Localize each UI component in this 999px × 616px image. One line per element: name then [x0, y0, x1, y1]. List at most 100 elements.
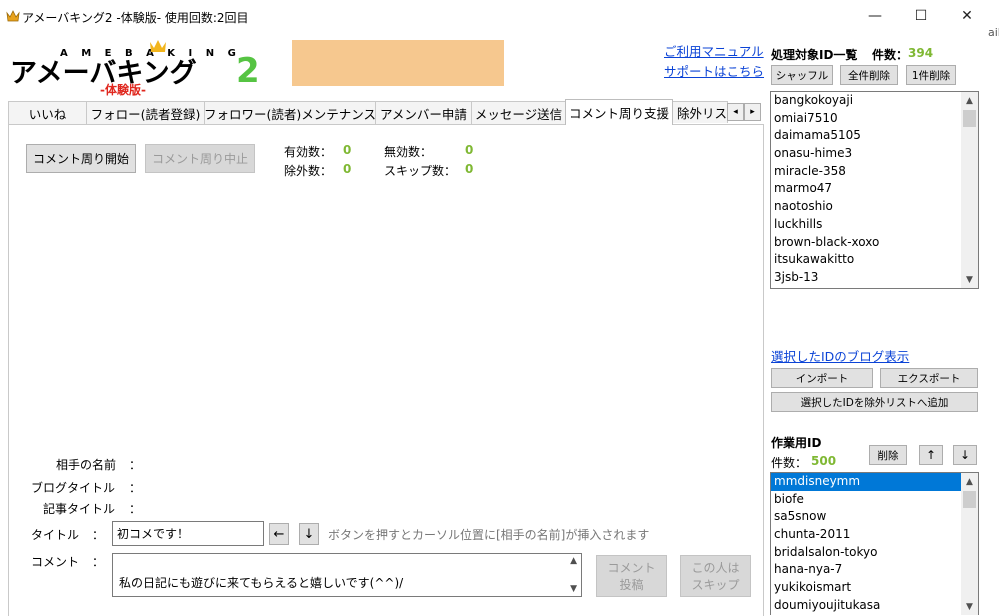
comment-scroll-down-icon[interactable]: ▼ [570, 584, 577, 594]
clipped-text: ail [988, 26, 999, 39]
list-item[interactable]: naotoshio [771, 198, 978, 216]
post-comment-button[interactable]: コメント 投稿 [596, 555, 667, 597]
list-item[interactable]: daimama5105 [771, 127, 978, 145]
tab-scroll-right-button[interactable]: ▸ [744, 103, 761, 121]
skip-person-line1: この人は [691, 561, 740, 575]
skip-count-label: スキップ数： [384, 164, 457, 178]
excluded-count-label: 除外数： [284, 164, 333, 178]
list-item[interactable]: bridalsalon-tokyo [771, 544, 978, 562]
partner-name-colon: ： [129, 458, 142, 472]
post-comment-line1: コメント [607, 561, 656, 575]
close-button[interactable]: ✕ [944, 0, 990, 32]
stop-comment-button[interactable]: コメント周り中止 [145, 144, 255, 173]
list-item[interactable]: omiai7510 [771, 110, 978, 128]
start-comment-button[interactable]: コメント周り開始 [26, 144, 136, 173]
list-item[interactable]: sa5snow [771, 508, 978, 526]
work-count-label: 件数： [771, 456, 808, 470]
skip-count-value: 0 [465, 162, 474, 176]
shuffle-button[interactable]: シャッフル [771, 65, 833, 85]
valid-count-value: 0 [343, 143, 352, 157]
target-list-scrollbar[interactable]: ▲ ▼ [961, 92, 978, 288]
invalid-count-value: 0 [465, 143, 474, 157]
list-item[interactable]: itsukawakitto [771, 251, 978, 269]
comment-scroll-up-icon[interactable]: ▲ [570, 556, 577, 566]
support-link[interactable]: サポートはこちら [664, 61, 764, 80]
minimize-button[interactable]: — [852, 0, 898, 32]
tab-follower-maintenance[interactable]: フォロワー(読者)メンテナンス [204, 101, 376, 124]
title-colon: ： [92, 528, 105, 542]
valid-count-label: 有効数： [284, 145, 333, 159]
maximize-button[interactable]: ☐ [898, 0, 944, 32]
tab-follow[interactable]: フォロー(読者登録) [86, 101, 205, 124]
export-button[interactable]: エクスポート [880, 368, 978, 388]
insert-name-down-button[interactable]: ↓ [299, 523, 319, 545]
skip-person-line2: スキップ [691, 578, 740, 592]
list-item[interactable]: hana-nya-7 [771, 561, 978, 579]
work-count-value: 500 [811, 454, 837, 468]
list-item[interactable]: 3jsb-13 [771, 269, 978, 287]
title-input[interactable]: 初コメです！ [112, 521, 264, 546]
comment-textarea[interactable]: 私の日記にも遊びに来てもらえると嬉しいです(^^)/ ▲ ▼ [112, 553, 582, 597]
blog-title-label: ブログタイトル [31, 481, 116, 495]
target-id-list[interactable]: bangkokoyaji omiai7510 daimama5105 onasu-hi… [770, 91, 979, 289]
tab-exclude-list[interactable]: 除外リス [672, 101, 728, 123]
excluded-count-value: 0 [343, 162, 352, 176]
work-list-scrollbar[interactable]: ▲ ▼ [961, 473, 978, 615]
post-comment-line2: 投稿 [619, 578, 644, 592]
list-item[interactable]: onasu-hime3 [771, 145, 978, 163]
invalid-count-label: 無効数： [384, 145, 433, 159]
banner-placeholder [292, 40, 504, 86]
logo-number: 2 [236, 51, 260, 91]
move-down-button[interactable]: ↓ [953, 445, 977, 465]
crown-app-icon [6, 10, 20, 22]
partner-name-label: 相手の名前 [56, 458, 117, 472]
list-item[interactable]: marmo47 [771, 180, 978, 198]
work-id-list[interactable]: mmdisneymm biofe sa5snow chunta-2011 bridals… [770, 472, 979, 615]
list-item[interactable]: chunta-2011 [771, 526, 978, 544]
scroll-up-icon[interactable]: ▲ [961, 473, 978, 490]
work-ids-title: 作業用ID [771, 436, 822, 450]
comment-colon: ： [92, 555, 105, 569]
tab-like[interactable]: いいね [8, 101, 87, 124]
list-item[interactable]: biofe [771, 491, 978, 509]
list-item[interactable]: doumiyoujitukasa [771, 597, 978, 615]
scroll-up-icon[interactable]: ▲ [961, 92, 978, 109]
comment-text: 私の日記にも遊びに来てもらえると嬉しいです(^^)/ [119, 576, 404, 590]
list-item[interactable]: yukikoismart [771, 579, 978, 597]
tab-bar: いいね フォロー(読者登録) フォロワー(読者)メンテナンス アメンバー申請 メ… [8, 99, 763, 125]
tab-comment-support[interactable]: コメント周り支援 [565, 99, 673, 125]
scroll-thumb[interactable] [963, 491, 976, 508]
app-logo: A M E B A K I N G アメーバキング 2 -体験版- [8, 38, 288, 100]
delete-all-button[interactable]: 全件削除 [840, 65, 898, 85]
add-to-exclude-button[interactable]: 選択したIDを除外リストへ追加 [771, 392, 978, 412]
scroll-thumb[interactable] [963, 110, 976, 127]
list-item[interactable]: mmdisneymm [771, 473, 978, 491]
list-item[interactable]: luckhills [771, 216, 978, 234]
scroll-down-icon[interactable]: ▼ [961, 271, 978, 288]
list-item[interactable]: brown-black-xoxo [771, 234, 978, 252]
delete-one-button[interactable]: 1件削除 [906, 65, 956, 85]
manual-link[interactable]: ご利用マニュアル [664, 41, 764, 60]
tab-message-send[interactable]: メッセージ送信 [471, 101, 566, 124]
title-bar: アメーバキング2 -体験版- 使用回数:2回目 — ☐ ✕ [0, 0, 999, 32]
scroll-down-icon[interactable]: ▼ [961, 598, 978, 615]
move-up-button[interactable]: ↑ [919, 445, 943, 465]
article-title-colon: ： [129, 502, 142, 516]
work-delete-button[interactable]: 削除 [869, 445, 907, 465]
comment-label: コメント [31, 555, 80, 569]
import-button[interactable]: インポート [771, 368, 873, 388]
list-item[interactable]: miracle-358 [771, 163, 978, 181]
target-ids-title: 処理対象ID一覧 [771, 48, 858, 62]
skip-person-button[interactable]: この人は スキップ [680, 555, 751, 597]
logo-trial-text: -体験版- [100, 82, 146, 97]
show-blog-link[interactable]: 選択したIDのブログ表示 [771, 346, 909, 365]
window-title: アメーバキング2 -体験版- 使用回数:2回目 [22, 11, 249, 25]
article-title-label: 記事タイトル [43, 502, 116, 516]
title-label: タイトル [31, 528, 80, 542]
list-item[interactable]: bangkokoyaji [771, 92, 978, 110]
blog-title-colon: ： [129, 481, 142, 495]
tab-amember-request[interactable]: アメンバー申請 [375, 101, 472, 124]
insert-name-left-button[interactable]: ← [269, 523, 289, 545]
tab-scroll-left-button[interactable]: ◂ [727, 103, 744, 121]
target-count-label: 件数： [872, 48, 909, 62]
